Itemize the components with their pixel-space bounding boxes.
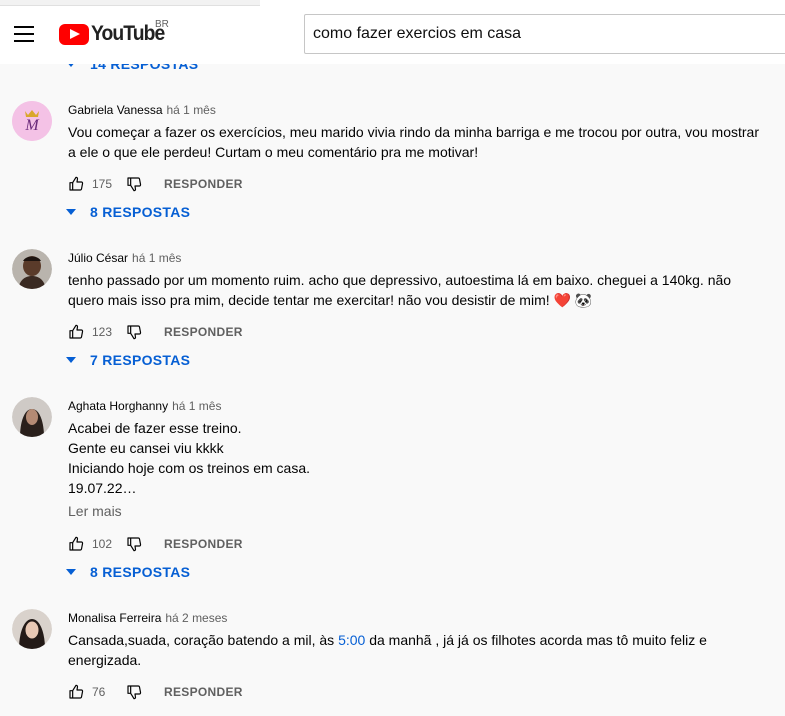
comment-text: Acabei de fazer esse treino. Gente eu ca… xyxy=(68,418,768,498)
caret-down-icon xyxy=(66,569,76,575)
comment-line: Gente eu cansei viu kkkk xyxy=(68,440,224,456)
author-name[interactable]: Monalisa Ferreira xyxy=(68,611,161,625)
replies-label: 8 RESPOSTAS xyxy=(90,204,191,220)
comment-actions: 76 RESPONDER xyxy=(68,682,243,702)
svg-text:M: M xyxy=(24,117,40,134)
timestamp-link[interactable]: 5:00 xyxy=(338,632,365,648)
logo-text: YouTube xyxy=(91,22,165,45)
region-code: BR xyxy=(155,19,169,30)
comment-line: Iniciando hoje com os treinos em casa. xyxy=(68,460,311,476)
comment-actions: 175 RESPONDER xyxy=(68,174,243,194)
masthead: YouTube BR xyxy=(0,0,785,64)
like-count: 76 xyxy=(92,685,106,699)
avatar[interactable]: M xyxy=(12,101,52,141)
reply-button[interactable]: RESPONDER xyxy=(164,537,243,551)
thumbs-up-icon[interactable] xyxy=(68,684,84,700)
replies-label: 8 RESPOSTAS xyxy=(90,564,191,580)
like-count: 123 xyxy=(92,325,113,339)
search-input[interactable] xyxy=(304,14,785,54)
view-replies-button[interactable]: 8 RESPOSTAS xyxy=(66,564,190,580)
comment-header: Monalisa Ferreira há 2 meses xyxy=(68,611,227,625)
avatar-image xyxy=(12,397,52,437)
thumbs-down-icon[interactable] xyxy=(126,684,142,700)
view-replies-button[interactable]: 8 RESPOSTAS xyxy=(66,204,190,220)
comments-section: 14 RESPOSTAS M Gabriela Vanessa há 1 mês … xyxy=(0,0,785,716)
comment-line: tenho passado por um momento ruim. acho … xyxy=(68,272,732,288)
comment-line: quero mais isso pra mim, decide tentar m… xyxy=(68,292,593,308)
comment-text: Cansada,suada, coração batendo a mil, às… xyxy=(68,630,768,670)
view-replies-button[interactable]: 7 RESPOSTAS xyxy=(66,352,190,368)
comment-line: Cansada,suada, coração batendo a mil, às… xyxy=(68,630,768,650)
browser-tab-strip xyxy=(0,0,260,6)
reply-button[interactable]: RESPONDER xyxy=(164,685,243,699)
caret-down-icon xyxy=(66,209,76,215)
comment-text: tenho passado por um momento ruim. acho … xyxy=(68,270,768,310)
comment-date[interactable]: há 2 meses xyxy=(165,611,227,625)
comment-header: Aghata Horghanny há 1 mês xyxy=(68,399,221,413)
thumbs-up-icon[interactable] xyxy=(68,324,84,340)
youtube-play-icon xyxy=(59,23,89,45)
thumbs-down-icon[interactable] xyxy=(126,176,142,192)
avatar-image xyxy=(12,609,52,649)
comment-line: a ele o que ele perdeu! Curtam o meu com… xyxy=(68,144,479,160)
comment-text: Vou começar a fazer os exercícios, meu m… xyxy=(68,122,768,162)
avatar-image xyxy=(12,249,52,289)
avatar[interactable] xyxy=(12,397,52,437)
comment-line: Acabei de fazer esse treino. xyxy=(68,420,242,436)
reply-button[interactable]: RESPONDER xyxy=(164,325,243,339)
replies-label: 7 RESPOSTAS xyxy=(90,352,191,368)
comment-text-segment: da manhã , já já os filhotes acorda mas … xyxy=(365,632,707,648)
avatar[interactable] xyxy=(12,249,52,289)
comment-line: energizada. xyxy=(68,652,142,668)
caret-down-icon xyxy=(66,357,76,363)
author-name[interactable]: Gabriela Vanessa xyxy=(68,103,163,117)
like-count: 102 xyxy=(92,537,113,551)
comment-actions: 123 RESPONDER xyxy=(68,322,243,342)
menu-icon[interactable] xyxy=(14,26,34,42)
comment-date[interactable]: há 1 mês xyxy=(167,103,216,117)
comment-header: Júlio César há 1 mês xyxy=(68,251,181,265)
thumbs-down-icon[interactable] xyxy=(126,536,142,552)
author-name[interactable]: Aghata Horghanny xyxy=(68,399,168,413)
thumbs-up-icon[interactable] xyxy=(68,176,84,192)
youtube-logo[interactable]: YouTube xyxy=(59,22,171,46)
thumbs-down-icon[interactable] xyxy=(126,324,142,340)
avatar-image: M xyxy=(12,101,52,141)
thumbs-up-icon[interactable] xyxy=(68,536,84,552)
reply-button[interactable]: RESPONDER xyxy=(164,177,243,191)
comment-actions: 102 RESPONDER xyxy=(68,534,243,554)
avatar[interactable] xyxy=(12,609,52,649)
comment-header: Gabriela Vanessa há 1 mês xyxy=(68,103,216,117)
author-name[interactable]: Júlio César xyxy=(68,251,128,265)
comment-text-segment: Cansada,suada, coração batendo a mil, às xyxy=(68,632,339,648)
comment-date[interactable]: há 1 mês xyxy=(172,399,221,413)
read-more-link[interactable]: Ler mais xyxy=(68,503,122,519)
comment-date[interactable]: há 1 mês xyxy=(132,251,181,265)
comment-line: 19.07.22… xyxy=(68,480,137,496)
comment-line: Vou começar a fazer os exercícios, meu m… xyxy=(68,124,759,140)
like-count: 175 xyxy=(92,177,113,191)
